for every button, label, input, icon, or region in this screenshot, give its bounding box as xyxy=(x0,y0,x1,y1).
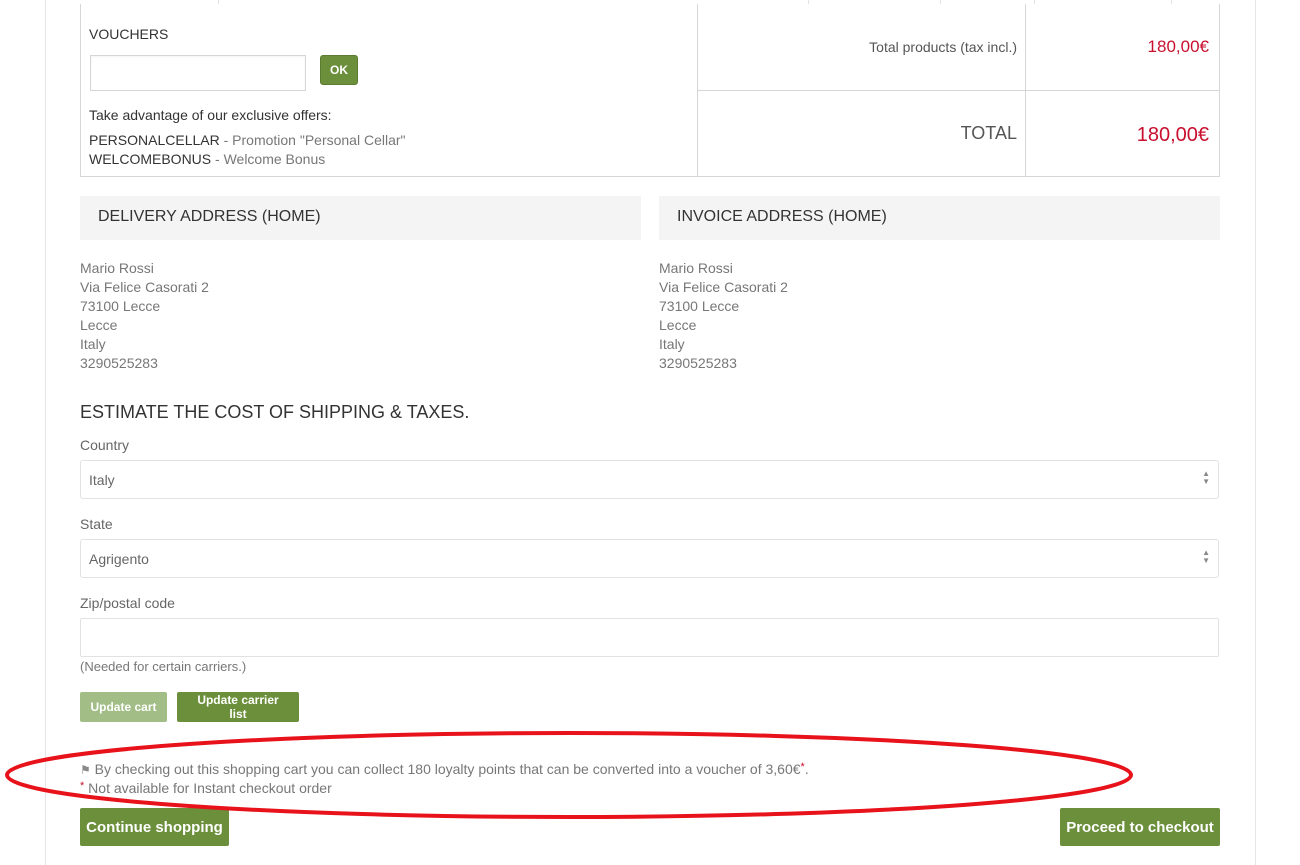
offer-item[interactable]: WELCOMEBONUS - Welcome Bonus xyxy=(89,151,325,167)
offers-intro: Take advantage of our exclusive offers: xyxy=(89,107,332,123)
update-carrier-list-button[interactable]: Update carrier list xyxy=(177,692,299,722)
not-available-note: * Not available for Instant checkout ord… xyxy=(80,780,332,796)
address-line: 73100 Lecce xyxy=(80,298,161,314)
voucher-code-input[interactable] xyxy=(90,55,306,91)
address-line: Mario Rossi xyxy=(659,260,733,276)
total-value: 180,00€ xyxy=(1136,124,1209,146)
total-products-label-cell: Total products (tax incl.) xyxy=(698,4,1026,90)
totals-section: Total products (tax incl.) 180,00€ TOTAL… xyxy=(698,4,1219,176)
address-line: Lecce xyxy=(659,317,697,333)
invoice-address-title: INVOICE ADDRESS (HOME) xyxy=(677,208,887,225)
state-select[interactable]: Agrigento ▲ ▼ xyxy=(80,539,1219,578)
invoice-address-header: INVOICE ADDRESS (HOME) xyxy=(659,196,1220,240)
select-arrows-icon: ▲ ▼ xyxy=(1202,469,1210,486)
select-arrows-icon: ▲ ▼ xyxy=(1202,548,1210,565)
flag-icon: ⚑ xyxy=(80,763,91,777)
delivery-address: Mario Rossi Via Felice Casorati 2 73100 … xyxy=(80,259,209,373)
loyalty-message: ⚑ By checking out this shopping cart you… xyxy=(80,761,809,777)
update-cart-button[interactable]: Update cart xyxy=(80,692,167,722)
estimate-shipping-title: ESTIMATE THE COST OF SHIPPING & TAXES. xyxy=(80,402,470,422)
zip-label: Zip/postal code xyxy=(80,595,175,611)
address-line: Italy xyxy=(80,336,106,352)
address-line: Mario Rossi xyxy=(80,260,154,276)
proceed-to-checkout-button[interactable]: Proceed to checkout xyxy=(1060,808,1220,846)
offer-code[interactable]: WELCOMEBONUS xyxy=(89,151,211,167)
cart-summary-table: VOUCHERS OK Take advantage of our exclus… xyxy=(80,0,1220,177)
voucher-section: VOUCHERS OK Take advantage of our exclus… xyxy=(81,4,698,176)
total-label-cell: TOTAL xyxy=(698,90,1026,176)
invoice-address: Mario Rossi Via Felice Casorati 2 73100 … xyxy=(659,259,788,373)
total-products-value: 180,00€ xyxy=(1147,37,1209,56)
offer-desc: - Welcome Bonus xyxy=(211,151,326,167)
country-select[interactable]: Italy ▲ ▼ xyxy=(80,460,1219,499)
address-line: 73100 Lecce xyxy=(659,298,740,314)
loyalty-text: By checking out this shopping cart you c… xyxy=(94,761,801,777)
state-label: State xyxy=(80,516,113,532)
zip-note: (Needed for certain carriers.) xyxy=(80,659,247,674)
delivery-address-title: DELIVERY ADDRESS (HOME) xyxy=(98,208,321,225)
total-label: TOTAL xyxy=(960,123,1017,143)
total-products-label: Total products (tax incl.) xyxy=(869,39,1017,55)
country-label: Country xyxy=(80,437,130,453)
delivery-address-header: DELIVERY ADDRESS (HOME) xyxy=(80,196,641,240)
address-line: Via Felice Casorati 2 xyxy=(659,279,788,295)
total-row: TOTAL 180,00€ xyxy=(698,90,1219,176)
address-line: Lecce xyxy=(80,317,118,333)
state-select-value: Agrigento xyxy=(89,551,149,567)
zip-input[interactable] xyxy=(80,618,1219,657)
offer-code[interactable]: PERSONALCELLAR xyxy=(89,132,220,148)
address-line: 3290525283 xyxy=(80,355,158,371)
address-line: Via Felice Casorati 2 xyxy=(80,279,209,295)
asterisk: * xyxy=(80,780,85,792)
loyalty-period: . xyxy=(804,761,809,777)
country-select-value: Italy xyxy=(89,472,115,488)
voucher-title: VOUCHERS xyxy=(89,26,169,42)
not-available-text: Not available for Instant checkout order xyxy=(88,780,332,796)
voucher-ok-button[interactable]: OK xyxy=(320,55,358,85)
total-products-row: Total products (tax incl.) 180,00€ xyxy=(698,4,1219,91)
address-line: 3290525283 xyxy=(659,355,737,371)
offer-desc: - Promotion "Personal Cellar" xyxy=(219,132,406,148)
continue-shopping-button[interactable]: Continue shopping xyxy=(80,808,229,846)
address-line: Italy xyxy=(659,336,685,352)
offer-item[interactable]: PERSONALCELLAR - Promotion "Personal Cel… xyxy=(89,132,406,148)
